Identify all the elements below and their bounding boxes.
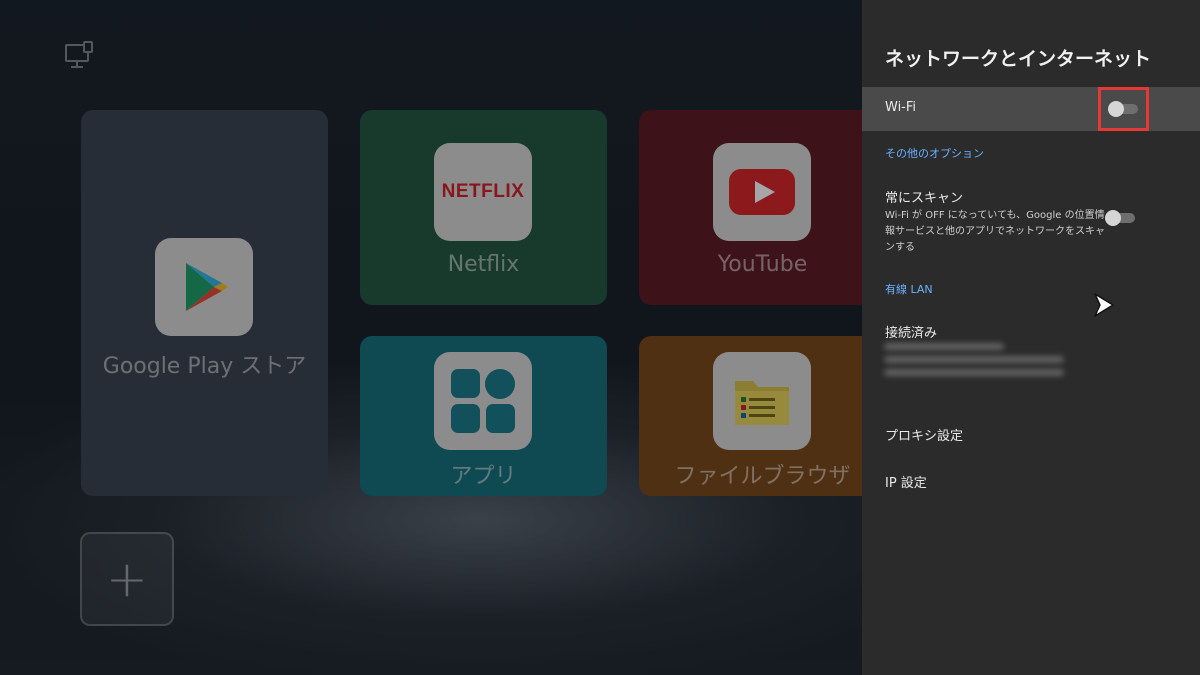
- more-options-link[interactable]: その他のオプション: [885, 145, 984, 161]
- wifi-toggle-highlight: [1098, 87, 1149, 131]
- proxy-settings-item[interactable]: プロキシ設定: [885, 425, 963, 444]
- always-scan-description: Wi-Fi が OFF になっていても、Google の位置情報サービスと他のア…: [885, 210, 1105, 253]
- connected-item[interactable]: 接続済み: [885, 322, 937, 341]
- pointer-cursor-icon: [1094, 293, 1114, 317]
- panel-title: ネットワークとインターネット: [885, 48, 1152, 70]
- always-scan-title[interactable]: 常にスキャン: [885, 187, 963, 206]
- wifi-toggle[interactable]: [1108, 101, 1140, 117]
- redacted-connection-details: [884, 343, 1064, 382]
- toggle-knob: [1108, 101, 1124, 117]
- dim-overlay: [0, 0, 862, 675]
- wired-lan-header: 有線 LAN: [885, 283, 933, 296]
- launcher-background: Google Play ストア NETFLIX Netflix YouTube: [0, 0, 862, 675]
- network-settings-panel: ネットワークとインターネット Wi-Fi その他のオプション 常にスキャン Wi…: [862, 0, 1200, 675]
- wifi-row[interactable]: Wi-Fi: [862, 87, 1200, 131]
- toggle-knob: [1105, 210, 1121, 226]
- always-scan-toggle[interactable]: [1105, 210, 1137, 226]
- ip-settings-item[interactable]: IP 設定: [885, 472, 927, 491]
- wifi-label: Wi-Fi: [885, 100, 917, 115]
